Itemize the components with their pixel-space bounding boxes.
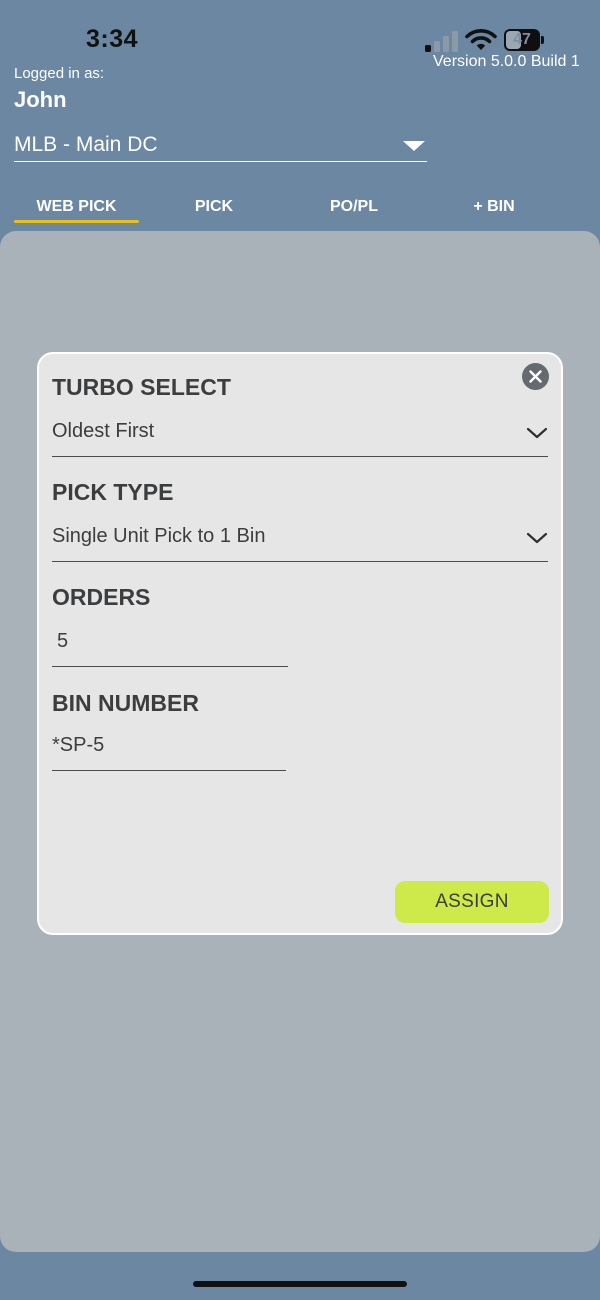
wifi-icon: [465, 28, 497, 52]
orders-label: ORDERS: [52, 584, 151, 610]
turbo-select-value: Oldest First: [52, 420, 155, 442]
location-dropdown[interactable]: MLB - Main DC: [14, 131, 427, 162]
tab-web-pick[interactable]: WEB PICK: [14, 198, 139, 216]
assign-button[interactable]: ASSIGN: [395, 881, 549, 923]
close-icon: [529, 370, 542, 383]
orders-input[interactable]: 5: [52, 626, 288, 667]
web-pick-modal: TURBO SELECT Oldest First PICK TYPE Sing…: [37, 352, 563, 935]
signal-icon: [425, 30, 459, 52]
dropdown-caret-icon: [403, 141, 425, 151]
active-tab-indicator: [14, 220, 139, 223]
tab-pick[interactable]: PICK: [164, 198, 264, 216]
turbo-select-dropdown[interactable]: Oldest First: [52, 416, 548, 457]
home-indicator: [193, 1281, 407, 1287]
logged-in-label: Logged in as:: [14, 65, 105, 82]
location-value: MLB - Main DC: [14, 133, 158, 156]
battery-level: 47: [513, 31, 531, 48]
chevron-down-icon: [526, 532, 548, 544]
pick-type-dropdown[interactable]: Single Unit Pick to 1 Bin: [52, 521, 548, 562]
bin-number-input[interactable]: *SP-5: [52, 730, 286, 771]
app-version: Version 5.0.0 Build 1: [433, 53, 580, 70]
bin-number-value: *SP-5: [52, 734, 105, 756]
turbo-select-label: TURBO SELECT: [52, 374, 231, 400]
status-time: 3:34: [86, 25, 139, 53]
pick-type-label: PICK TYPE: [52, 479, 174, 505]
close-button[interactable]: [522, 363, 549, 390]
tab-po-pl[interactable]: PO/PL: [304, 198, 404, 216]
chevron-down-icon: [526, 427, 548, 439]
bin-number-label: BIN NUMBER: [52, 690, 199, 716]
tab-add-bin[interactable]: + BIN: [444, 198, 544, 216]
pick-type-value: Single Unit Pick to 1 Bin: [52, 525, 266, 547]
battery-icon: 47: [504, 29, 544, 51]
orders-value: 5: [57, 630, 69, 652]
user-name: John: [14, 87, 67, 112]
